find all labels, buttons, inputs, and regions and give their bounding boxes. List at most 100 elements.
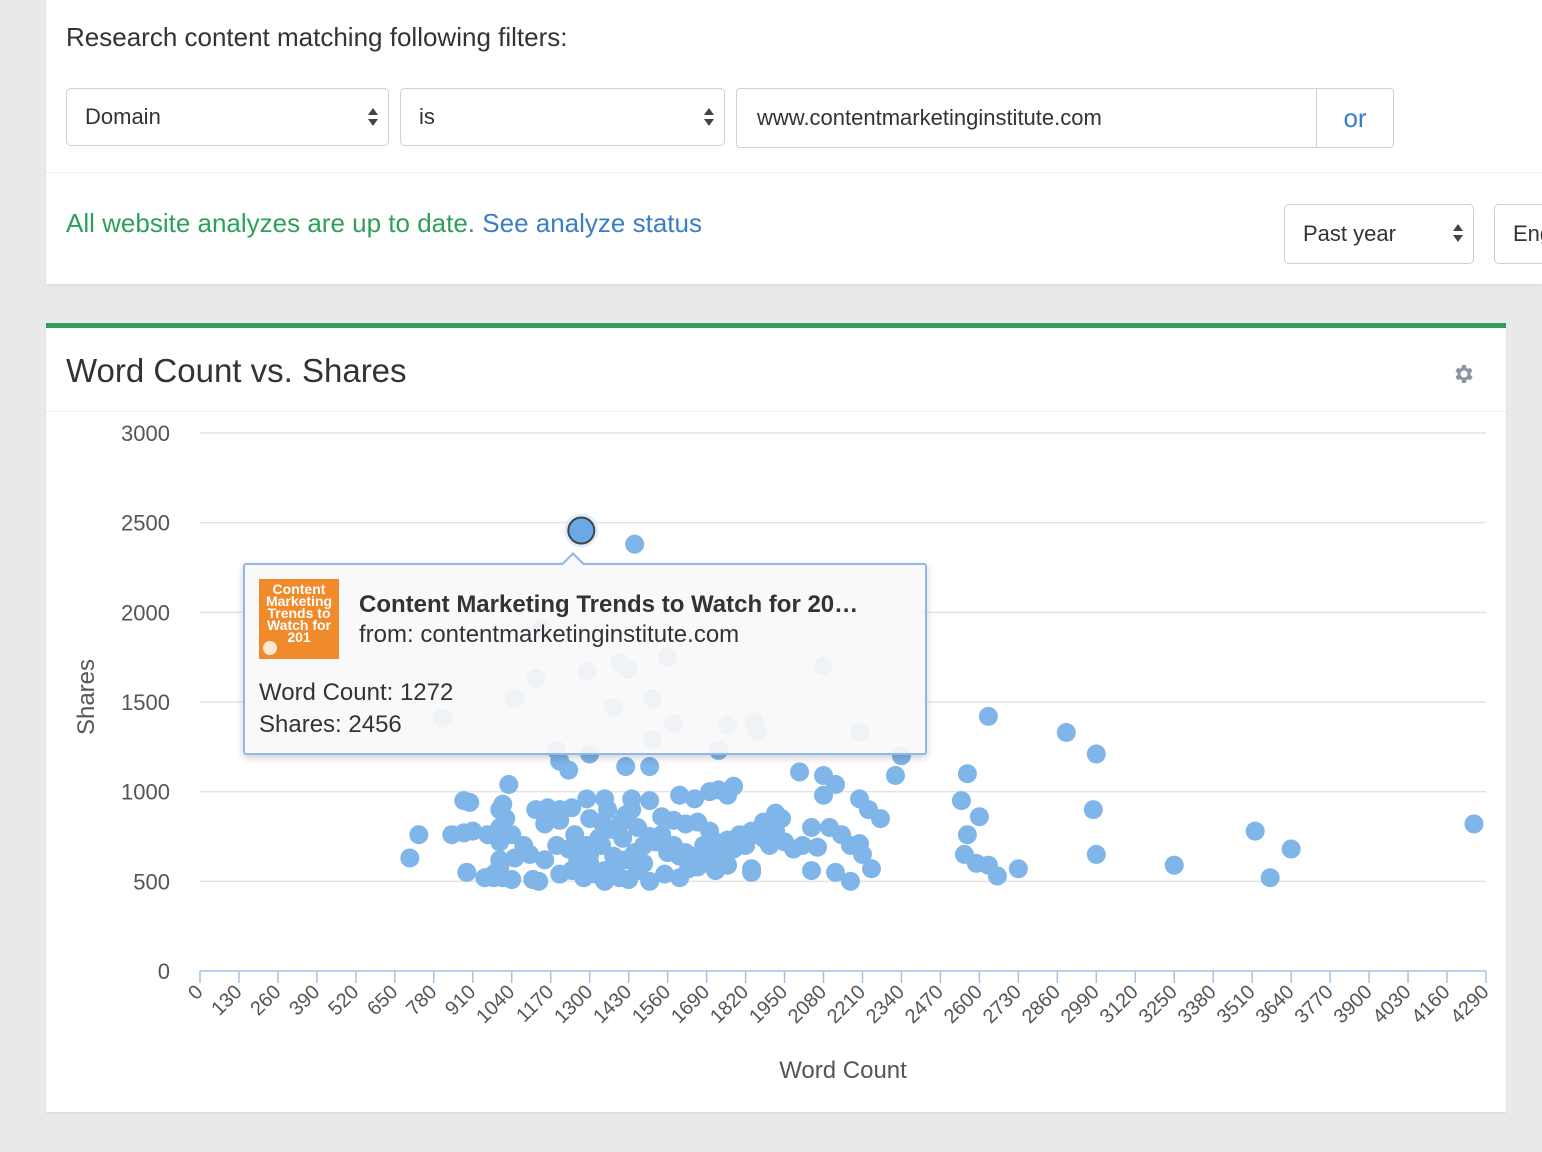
data-point [742, 859, 762, 879]
data-point [1164, 855, 1184, 875]
y-tick-label: 500 [133, 869, 170, 894]
tooltip-title: Content Marketing Trends to Watch for 20… [359, 591, 859, 618]
y-axis-title: Shares [73, 659, 100, 735]
data-point [640, 757, 660, 777]
x-tick-label: 520 [324, 981, 363, 1020]
language-select-value: Eng [1513, 221, 1542, 246]
y-tick-label: 1500 [121, 690, 170, 715]
operator-select-value: is [419, 104, 435, 129]
point-tooltip: Content Marketing Trends to Watch for 20… [243, 552, 927, 755]
x-tick-label: 780 [402, 981, 441, 1020]
data-point [484, 868, 504, 888]
x-tick-label: 2600 [940, 981, 987, 1028]
data-point [736, 835, 756, 855]
data-point [802, 818, 822, 838]
x-tick-label: 1950 [745, 981, 792, 1028]
filter-divider [46, 172, 1542, 173]
field-select-value: Domain [85, 104, 161, 129]
data-point [957, 825, 977, 845]
filter-panel: Research content matching following filt… [46, 0, 1542, 284]
data-point [499, 774, 519, 794]
data-point [529, 871, 549, 891]
x-tick-label: 2990 [1057, 981, 1104, 1028]
or-button[interactable]: or [1316, 88, 1394, 148]
status-message: All website analyzes are up to date. [66, 208, 476, 238]
x-tick-label: 3770 [1291, 981, 1338, 1028]
data-point [640, 791, 660, 811]
x-tick-label: 3510 [1213, 981, 1260, 1028]
data-point [559, 760, 579, 780]
x-tick-label: 0 [184, 981, 207, 1004]
data-point [1245, 821, 1265, 841]
data-point [1083, 800, 1103, 820]
data-point [760, 835, 780, 855]
field-select[interactable]: Domain [66, 88, 389, 146]
data-point [685, 789, 705, 809]
period-select[interactable]: Past year [1284, 204, 1474, 264]
data-point [550, 810, 570, 830]
data-point [802, 861, 822, 881]
data-point [1281, 839, 1301, 859]
x-tick-label: 260 [246, 981, 285, 1020]
domain-value-input[interactable]: www.contentmarketinginstitute.com [736, 88, 1318, 148]
data-point [1086, 844, 1106, 864]
see-analyze-status-link[interactable]: See analyze status [482, 208, 702, 238]
x-tick-label: 2860 [1018, 981, 1065, 1028]
x-tick-label: 2470 [901, 981, 948, 1028]
data-point [1008, 859, 1028, 879]
x-tick-label: 4030 [1369, 981, 1416, 1028]
article-thumbnail: Content Marketing Trends to Watch for 20… [259, 579, 339, 659]
analyze-status-line: All website analyzes are up to date. See… [66, 208, 702, 239]
filter-heading: Research content matching following filt… [66, 22, 568, 52]
data-point [718, 785, 738, 805]
data-point [634, 853, 654, 873]
data-point [1086, 744, 1106, 764]
period-select-value: Past year [1303, 221, 1396, 246]
data-point [826, 774, 846, 794]
x-tick-label: 2210 [823, 981, 870, 1028]
x-tick-label: 3380 [1174, 981, 1221, 1028]
data-point [1260, 868, 1280, 888]
data-point [978, 706, 998, 726]
select-arrows-icon [702, 89, 716, 145]
x-tick-label: 1040 [472, 981, 519, 1028]
x-tick-label: 390 [285, 981, 324, 1020]
x-tick-label: 2730 [979, 981, 1026, 1028]
y-tick-label: 0 [158, 959, 170, 984]
data-point [1464, 814, 1484, 834]
x-tick-label: 3640 [1252, 981, 1299, 1028]
x-tick-label: 1690 [667, 981, 714, 1028]
data-point [460, 792, 480, 812]
x-tick-label: 130 [207, 981, 246, 1020]
data-point [870, 809, 890, 829]
y-tick-label: 1000 [121, 780, 170, 805]
data-point [1056, 722, 1076, 742]
chart-panel: Word Count vs. Shares 0 500 1000 1500 2000 25… [46, 323, 1506, 1112]
data-point [625, 534, 645, 554]
data-point [808, 837, 828, 857]
data-point [400, 848, 420, 868]
select-arrows-icon [1451, 205, 1465, 261]
tooltip-source: from: contentmarketinginstitute.com [359, 621, 740, 648]
y-tick-label: 2000 [121, 600, 170, 625]
language-select[interactable]: Eng [1494, 204, 1542, 264]
x-tick-label: 2080 [784, 981, 831, 1028]
data-point [457, 862, 477, 882]
data-point [861, 859, 881, 879]
x-tick-label: 1560 [628, 981, 675, 1028]
cmi-logo-icon [263, 641, 277, 655]
x-axis-title: Word Count [779, 1057, 907, 1084]
x-tick-label: 1820 [706, 981, 753, 1028]
y-tick-label: 3000 [121, 421, 170, 446]
data-point [957, 764, 977, 784]
x-tick-label: 3250 [1135, 981, 1182, 1028]
x-tick-label: 3900 [1330, 981, 1377, 1028]
operator-select[interactable]: is [400, 88, 725, 146]
select-arrows-icon [366, 89, 380, 145]
x-tick-label: 3120 [1096, 981, 1143, 1028]
data-point [987, 866, 1007, 886]
highlighted-data-point [567, 516, 596, 545]
data-point [490, 850, 510, 870]
x-tick-label: 2340 [862, 981, 909, 1028]
data-point [616, 757, 636, 777]
